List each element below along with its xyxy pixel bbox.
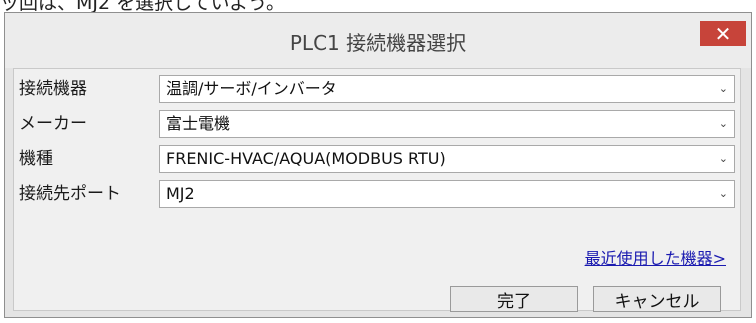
maker-value: 富士電機 bbox=[166, 114, 231, 133]
dialog-content: 接続機器 温調/サーボ/インバータ ⌄ メーカー 富士電機 ⌄ 機種 FRENI… bbox=[13, 68, 741, 312]
title-bar: PLC1 接続機器選択 ✕ bbox=[5, 13, 751, 68]
recent-devices-link[interactable]: 最近使用した機器> bbox=[585, 245, 726, 269]
connected-device-select[interactable]: 温調/サーボ/インバータ ⌄ bbox=[159, 75, 735, 103]
cancel-button[interactable]: キャンセル bbox=[593, 286, 721, 312]
close-button[interactable]: ✕ bbox=[700, 21, 746, 46]
dialog-title: PLC1 接続機器選択 bbox=[289, 31, 467, 55]
model-select[interactable]: FRENIC-HVAC/AQUA(MODBUS RTU) ⌄ bbox=[159, 145, 735, 173]
ok-button[interactable]: 完了 bbox=[450, 286, 578, 312]
chevron-down-icon: ⌄ bbox=[718, 117, 728, 130]
model-value: FRENIC-HVAC/AQUA(MODBUS RTU) bbox=[166, 149, 446, 168]
row-model: 機種 FRENIC-HVAC/AQUA(MODBUS RTU) ⌄ bbox=[14, 145, 740, 174]
row-maker: メーカー 富士電機 ⌄ bbox=[14, 110, 740, 139]
maker-label: メーカー bbox=[19, 114, 87, 134]
port-select[interactable]: MJ2 ⌄ bbox=[159, 180, 735, 208]
connected-device-label: 接続機器 bbox=[19, 79, 87, 99]
chevron-down-icon: ⌄ bbox=[718, 187, 728, 200]
chevron-down-icon: ⌄ bbox=[718, 152, 728, 165]
model-label: 機種 bbox=[19, 149, 53, 169]
port-label: 接続先ポート bbox=[19, 184, 121, 204]
connected-device-dialog: PLC1 接続機器選択 ✕ 接続機器 温調/サーボ/インバータ ⌄ メーカー 富… bbox=[4, 12, 752, 318]
close-icon: ✕ bbox=[714, 21, 732, 46]
maker-select[interactable]: 富士電機 ⌄ bbox=[159, 110, 735, 138]
row-connected-device: 接続機器 温調/サーボ/インバータ ⌄ bbox=[14, 75, 740, 104]
row-port: 接続先ポート MJ2 ⌄ bbox=[14, 180, 740, 209]
port-value: MJ2 bbox=[166, 184, 195, 203]
chevron-down-icon: ⌄ bbox=[718, 82, 728, 95]
connected-device-value: 温調/サーボ/インバータ bbox=[166, 79, 337, 98]
